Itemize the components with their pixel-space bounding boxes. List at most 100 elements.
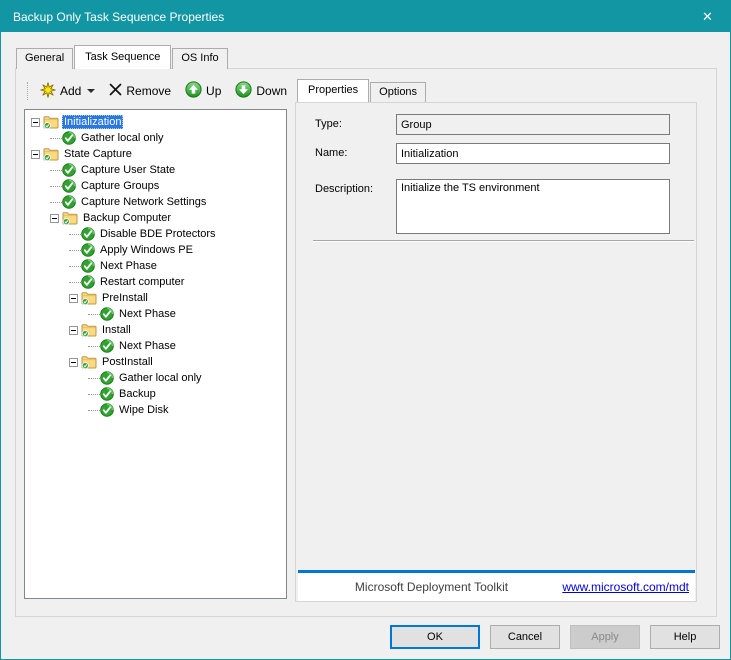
tree-item-label: Initialization — [62, 115, 123, 129]
window: Backup Only Task Sequence Properties ✕ G… — [0, 0, 731, 660]
tab-general[interactable]: General — [16, 48, 73, 69]
collapse-toggle-icon[interactable] — [31, 150, 40, 159]
success-check-icon — [100, 387, 114, 401]
tree-item-backup[interactable]: Backup — [25, 386, 286, 402]
task-sequence-tree: InitializationGather local onlyState Cap… — [24, 109, 287, 599]
tree-item-label: Disable BDE Protectors — [98, 227, 218, 241]
success-check-icon — [62, 195, 76, 209]
tree-item-capture-groups[interactable]: Capture Groups — [25, 178, 286, 194]
success-check-icon — [62, 163, 76, 177]
main-tab-strip: General Task Sequence OS Info — [16, 45, 229, 69]
tree-connector — [50, 202, 62, 203]
tree-item-label: Backup Computer — [81, 211, 173, 225]
mdt-link[interactable]: www.microsoft.com/mdt — [562, 573, 689, 601]
tree-item-next-phase[interactable]: Next Phase — [25, 306, 286, 322]
success-check-icon — [100, 403, 114, 417]
tree-connector — [69, 282, 81, 283]
tree-item-restart-computer[interactable]: Restart computer — [25, 274, 286, 290]
tree-item-backup-computer[interactable]: Backup Computer — [25, 210, 286, 226]
success-check-icon — [100, 371, 114, 385]
tree-item-disable-bde-protectors[interactable]: Disable BDE Protectors — [25, 226, 286, 242]
tree-item-preinstall[interactable]: PreInstall — [25, 290, 286, 306]
success-check-icon — [81, 227, 95, 241]
tree-item-capture-user-state[interactable]: Capture User State — [25, 162, 286, 178]
type-field[interactable] — [396, 114, 670, 135]
ok-button[interactable]: OK — [390, 625, 480, 649]
name-label: Name: — [315, 147, 347, 159]
tree-item-next-phase[interactable]: Next Phase — [25, 258, 286, 274]
titlebar[interactable]: Backup Only Task Sequence Properties ✕ — [1, 1, 730, 32]
group-folder-icon — [81, 355, 97, 369]
tab-os-info[interactable]: OS Info — [172, 48, 227, 69]
tab-properties[interactable]: Properties — [297, 79, 369, 102]
up-button-label: Up — [206, 84, 221, 98]
mdt-footer-text: Microsoft Deployment Toolkit — [298, 573, 565, 601]
success-check-icon — [100, 307, 114, 321]
add-button[interactable]: Add — [37, 80, 98, 103]
fields-separator — [313, 240, 694, 242]
tree-item-state-capture[interactable]: State Capture — [25, 146, 286, 162]
tree-connector — [88, 410, 100, 411]
tree-connector — [69, 250, 81, 251]
tree-connector — [69, 266, 81, 267]
tree-item-install[interactable]: Install — [25, 322, 286, 338]
tree-item-label: Install — [100, 323, 133, 337]
tree-item-gather-local-only[interactable]: Gather local only — [25, 130, 286, 146]
collapse-toggle-icon[interactable] — [69, 326, 78, 335]
collapse-toggle-icon[interactable] — [69, 358, 78, 367]
toolbar-gripper — [27, 82, 29, 100]
window-title: Backup Only Task Sequence Properties — [13, 10, 224, 24]
add-button-label: Add — [60, 84, 81, 98]
detail-tab-strip: Properties Options — [297, 79, 427, 102]
tree-item-label: Wipe Disk — [117, 403, 171, 417]
down-button[interactable]: Down — [232, 79, 290, 103]
close-button[interactable]: ✕ — [685, 1, 730, 32]
dialog-button-row: OK Cancel Apply Help — [390, 625, 720, 649]
tree-item-label: Capture Groups — [79, 179, 161, 193]
remove-button[interactable]: Remove — [106, 81, 174, 101]
tree-connector — [88, 378, 100, 379]
tree-item-postinstall[interactable]: PostInstall — [25, 354, 286, 370]
x-icon — [109, 83, 122, 99]
tree-item-gather-local-only[interactable]: Gather local only — [25, 370, 286, 386]
close-icon: ✕ — [702, 9, 713, 25]
name-field[interactable] — [396, 143, 670, 164]
properties-panel: Type: Name: Description: Microsoft Deplo… — [295, 102, 697, 602]
tab-options[interactable]: Options — [370, 82, 426, 102]
down-circle-icon — [235, 81, 252, 101]
collapse-toggle-icon[interactable] — [31, 118, 40, 127]
tree-item-wipe-disk[interactable]: Wipe Disk — [25, 402, 286, 418]
type-label: Type: — [315, 118, 342, 130]
tree-item-label: Backup — [117, 387, 158, 401]
description-label: Description: — [315, 183, 373, 195]
collapse-toggle-icon[interactable] — [69, 294, 78, 303]
tree-item-label: Next Phase — [117, 339, 178, 353]
tree-connector — [50, 186, 62, 187]
tree-toolbar: Add Remove — [24, 78, 296, 104]
up-button[interactable]: Up — [182, 79, 224, 103]
success-check-icon — [81, 275, 95, 289]
tab-task-sequence[interactable]: Task Sequence — [74, 45, 171, 69]
group-folder-icon — [62, 211, 78, 225]
starburst-icon — [40, 82, 56, 101]
tree-item-label: Next Phase — [117, 307, 178, 321]
tree-item-label: Capture Network Settings — [79, 195, 208, 209]
tree-item-next-phase[interactable]: Next Phase — [25, 338, 286, 354]
tree-connector — [50, 138, 62, 139]
success-check-icon — [100, 339, 114, 353]
apply-button[interactable]: Apply — [570, 625, 640, 649]
tree-item-label: Restart computer — [98, 275, 186, 289]
help-button[interactable]: Help — [650, 625, 720, 649]
tree-item-initialization[interactable]: Initialization — [25, 114, 286, 130]
tree-connector — [69, 234, 81, 235]
success-check-icon — [81, 259, 95, 273]
tree-item-label: Gather local only — [117, 371, 204, 385]
tree-item-label: Capture User State — [79, 163, 177, 177]
cancel-button[interactable]: Cancel — [490, 625, 560, 649]
collapse-toggle-icon[interactable] — [50, 214, 59, 223]
tree-connector — [88, 314, 100, 315]
description-field[interactable] — [396, 179, 670, 234]
tree-item-capture-network-settings[interactable]: Capture Network Settings — [25, 194, 286, 210]
tree-item-apply-windows-pe[interactable]: Apply Windows PE — [25, 242, 286, 258]
tree-item-label: Next Phase — [98, 259, 159, 273]
